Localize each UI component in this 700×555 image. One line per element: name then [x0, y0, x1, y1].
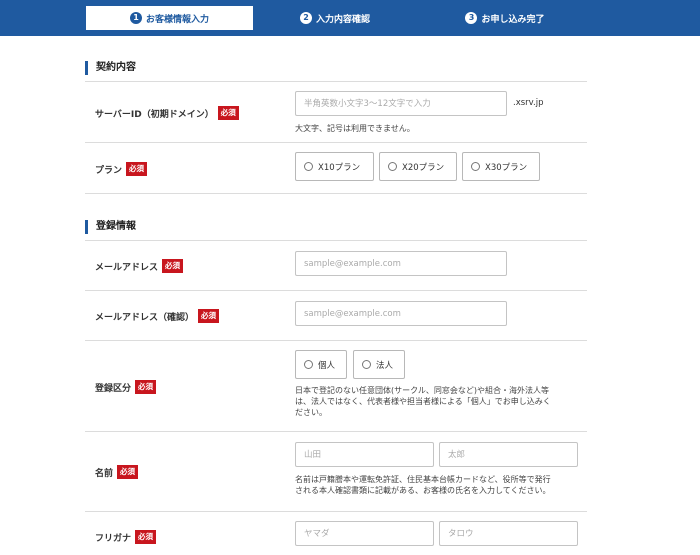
step-confirm: 2 入力内容確認 — [260, 6, 410, 30]
plan-label: プラン 必須 — [95, 162, 148, 176]
name-label: 名前 必須 — [95, 465, 139, 479]
radio-label: X20プラン — [402, 162, 445, 173]
field-label-text: 名前 — [95, 468, 114, 479]
email-input[interactable] — [295, 251, 507, 276]
domain-suffix: .xsrv.jp — [513, 98, 544, 108]
email-confirm-label: メールアドレス（確認） 必須 — [95, 309, 220, 323]
server-id-label: サーバーID（初期ドメイン） 必須 — [95, 106, 239, 120]
note-line: される本人確認書類に記載がある、お客様の氏名を入力してください。 — [295, 486, 551, 495]
radio-circle-icon — [388, 162, 397, 171]
field-label-text: プラン — [95, 165, 123, 176]
section-title-registration: 登録情報 — [85, 220, 136, 234]
note-line: 名前は戸籍謄本や運転免許証、住民基本台帳カードなど、役所等で発行 — [295, 475, 551, 484]
field-label-text: メールアドレス（確認） — [95, 312, 195, 323]
required-badge: 必須 — [126, 162, 148, 176]
divider — [85, 193, 587, 194]
note-line: 日本で登記のない任意団体(サークル、同窓会など)や組合・海外法人等 — [295, 386, 549, 395]
name-note: 名前は戸籍謄本や運転免許証、住民基本台帳カードなど、役所等で発行 される本人確認… — [295, 474, 587, 496]
radio-circle-icon — [304, 162, 313, 171]
furigana-label: フリガナ 必須 — [95, 530, 157, 544]
divider — [85, 290, 587, 291]
divider — [85, 142, 587, 143]
step-number-2: 2 — [299, 12, 312, 24]
server-id-note: 大文字、記号は利用できません。 — [295, 124, 415, 133]
required-badge: 必須 — [198, 309, 220, 323]
radio-label: 法人 — [376, 360, 394, 371]
divider — [85, 340, 587, 341]
email-label: メールアドレス 必須 — [95, 259, 184, 273]
field-label-text: サーバーID（初期ドメイン） — [95, 109, 214, 120]
step-complete: 3 お申し込み完了 — [425, 6, 585, 30]
registration-type-note: 日本で登記のない任意団体(サークル、同窓会など)や組合・海外法人等 は、法人では… — [295, 385, 587, 418]
required-badge: 必須 — [117, 465, 139, 479]
field-label-text: 登録区分 — [95, 383, 132, 394]
required-badge: 必須 — [162, 259, 184, 273]
field-label-text: メールアドレス — [95, 262, 159, 273]
plan-option-x10[interactable]: X10プラン — [295, 152, 374, 181]
divider — [85, 240, 587, 241]
step-label: お申し込み完了 — [481, 14, 545, 25]
section-title-contract: 契約内容 — [85, 61, 136, 75]
registration-type-label: 登録区分 必須 — [95, 380, 157, 394]
step-label: お客様情報入力 — [145, 14, 209, 25]
required-badge: 必須 — [135, 380, 157, 394]
radio-circle-icon — [304, 360, 313, 369]
step-label: 入力内容確認 — [315, 14, 370, 25]
divider — [85, 81, 587, 82]
required-badge: 必須 — [135, 530, 157, 544]
step-customer-info: 1 お客様情報入力 — [86, 6, 253, 30]
step-number-3: 3 — [465, 12, 478, 24]
divider — [85, 431, 587, 432]
first-name-kana-input[interactable] — [439, 521, 578, 546]
divider — [85, 511, 587, 512]
last-name-input[interactable] — [295, 442, 434, 467]
field-label-text: フリガナ — [95, 533, 132, 544]
email-confirm-input[interactable] — [295, 301, 507, 326]
step-progress-bar: 1 お客様情報入力 2 入力内容確認 3 お申し込み完了 — [0, 0, 700, 36]
required-badge: 必須 — [217, 106, 239, 120]
server-id-input[interactable] — [295, 91, 507, 116]
type-option-corporation[interactable]: 法人 — [353, 350, 405, 379]
type-option-individual[interactable]: 個人 — [295, 350, 347, 379]
last-name-kana-input[interactable] — [295, 521, 434, 546]
radio-circle-icon — [471, 162, 480, 171]
radio-label: X30プラン — [485, 162, 528, 173]
step-number-1: 1 — [129, 12, 142, 24]
first-name-input[interactable] — [439, 442, 578, 467]
plan-option-x30[interactable]: X30プラン — [462, 152, 540, 181]
radio-circle-icon — [362, 360, 371, 369]
radio-label: 個人 — [318, 360, 336, 371]
note-line: は、法人ではなく、代表者様や担当者様による「個人」でお申し込みく — [295, 397, 551, 406]
plan-option-x20[interactable]: X20プラン — [379, 152, 457, 181]
radio-label: X10プラン — [318, 162, 361, 173]
note-line: ださい。 — [295, 408, 327, 417]
